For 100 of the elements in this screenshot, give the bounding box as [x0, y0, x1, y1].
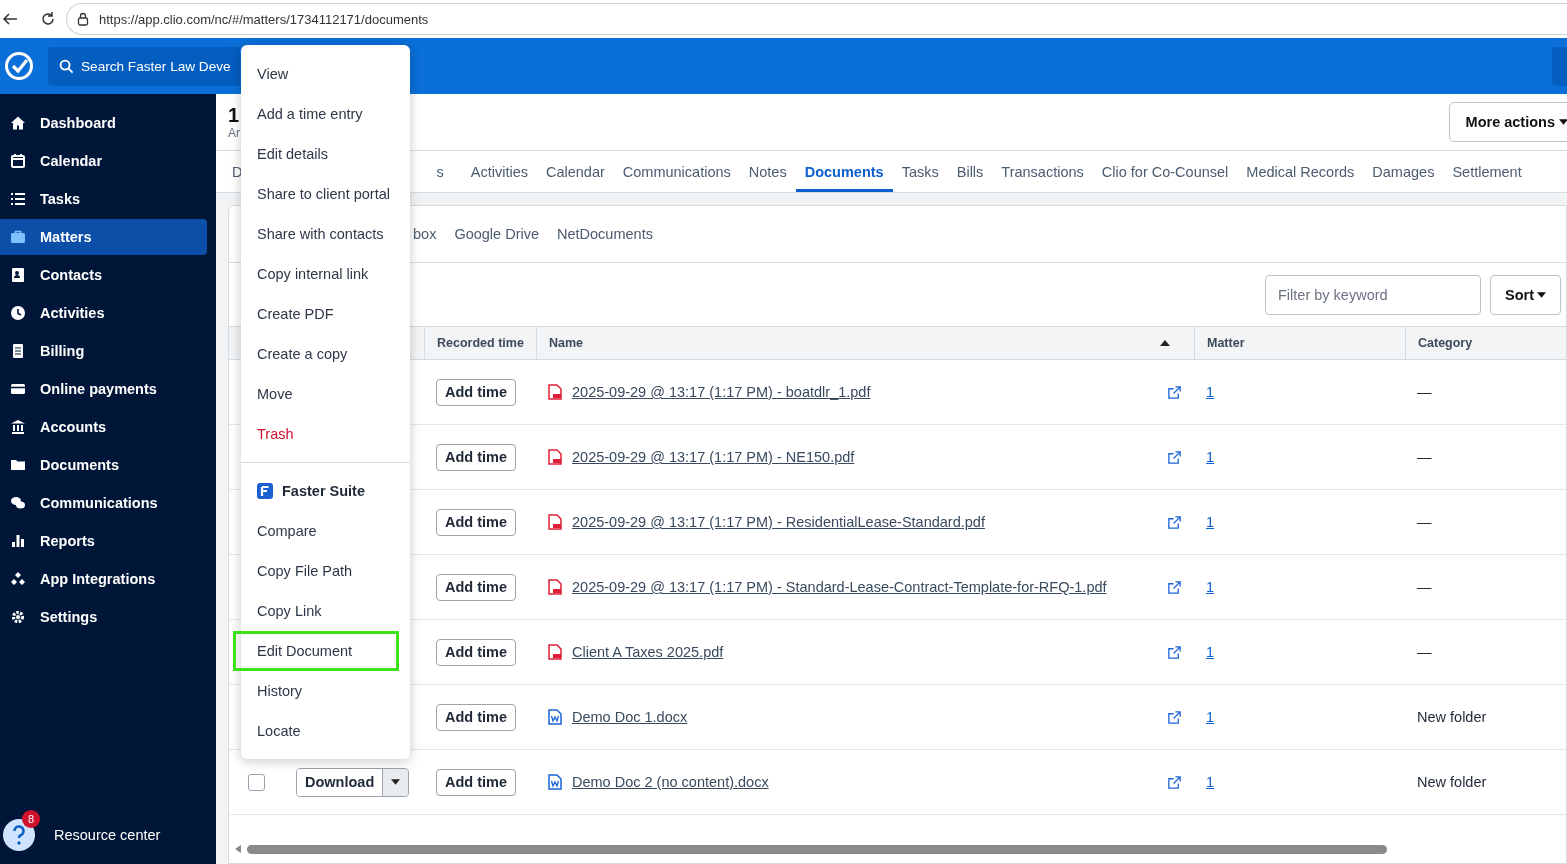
- tab[interactable]: Communications: [613, 154, 740, 192]
- add-time-button[interactable]: Add time: [436, 573, 517, 601]
- sort-button[interactable]: Sort: [1490, 274, 1561, 315]
- menu-item[interactable]: Create a copy: [241, 334, 410, 374]
- file-link[interactable]: 2025-09-29 @ 13:17 (1:17 PM) - NE150.pdf: [572, 449, 855, 465]
- column-header[interactable]: Recorded time: [424, 327, 536, 359]
- file-link[interactable]: 2025-09-29 @ 13:17 (1:17 PM) - boatdlr_1.pdf: [572, 384, 871, 400]
- sidebar-item[interactable]: Accounts: [0, 409, 207, 445]
- menu-item[interactable]: Share to client portal: [241, 174, 410, 214]
- external-link-icon[interactable]: [1167, 579, 1182, 595]
- tab[interactable]: s: [427, 154, 462, 192]
- tab[interactable]: Settlement: [1443, 154, 1531, 192]
- external-link-icon[interactable]: [1167, 514, 1182, 530]
- column-header[interactable]: Name: [536, 327, 1194, 359]
- menu-item[interactable]: Copy Link: [241, 591, 410, 631]
- external-link-icon[interactable]: [1167, 449, 1182, 465]
- sidebar-item[interactable]: Billing: [0, 333, 207, 369]
- file-link[interactable]: Demo Doc 1.docx: [572, 709, 688, 725]
- pdf-file-icon: [548, 384, 562, 400]
- menu-item[interactable]: Edit Document: [233, 631, 399, 671]
- sidebar-item[interactable]: App Integrations: [0, 561, 207, 597]
- source-tab[interactable]: NetDocuments: [557, 226, 653, 242]
- search-field[interactable]: Search Faster Law Deve: [48, 46, 240, 86]
- receipt-icon: [10, 343, 26, 359]
- dropdown-button[interactable]: [382, 768, 409, 796]
- menu-item[interactable]: Compare: [241, 511, 410, 551]
- menu-item[interactable]: Add a time entry: [241, 94, 410, 134]
- menu-item[interactable]: Create PDF: [241, 294, 410, 334]
- caret-icon: [1537, 291, 1546, 298]
- checkmark-logo-icon[interactable]: [4, 51, 34, 81]
- filter-field[interactable]: Filter by keyword: [1265, 274, 1481, 315]
- add-time-button[interactable]: Add time: [436, 703, 517, 731]
- lock-icon: [77, 12, 89, 26]
- matter-link[interactable]: 1: [1206, 774, 1215, 790]
- column-header[interactable]: Category: [1405, 327, 1556, 359]
- matter-link[interactable]: 1: [1206, 644, 1215, 660]
- category-cell: —: [1417, 579, 1432, 595]
- matter-link[interactable]: 1: [1206, 579, 1215, 595]
- scroll-left-icon[interactable]: [235, 845, 241, 853]
- sidebar-item[interactable]: Contacts: [0, 257, 207, 293]
- add-time-button[interactable]: Add time: [436, 768, 517, 796]
- add-time-button[interactable]: Add time: [436, 508, 517, 536]
- more-actions-button[interactable]: More actions: [1448, 102, 1567, 142]
- menu-item[interactable]: Locate: [241, 711, 410, 751]
- menu-section-title: Faster Suite: [282, 483, 365, 499]
- sidebar-item[interactable]: Documents: [0, 447, 207, 483]
- tab[interactable]: Notes: [739, 154, 796, 192]
- sidebar-item[interactable]: Communications: [0, 485, 207, 521]
- sidebar-item[interactable]: Online payments: [0, 371, 207, 407]
- file-link[interactable]: Client A Taxes 2025.pdf: [572, 644, 724, 660]
- resource-center-link[interactable]: Resource center: [54, 827, 161, 843]
- matter-link[interactable]: 1: [1206, 449, 1215, 465]
- external-link-icon[interactable]: [1167, 384, 1182, 400]
- category-cell: —: [1417, 644, 1432, 660]
- row-checkbox[interactable]: [248, 773, 265, 791]
- matter-link[interactable]: 1: [1206, 709, 1215, 725]
- menu-item[interactable]: Share with contacts: [241, 214, 410, 254]
- gear-icon: [10, 609, 26, 625]
- sidebar-item[interactable]: Settings: [0, 599, 207, 635]
- category-cell: —: [1417, 514, 1432, 530]
- tab[interactable]: Bills: [947, 154, 993, 192]
- horizontal-scrollbar[interactable]: [247, 844, 1387, 854]
- tab[interactable]: Activities: [461, 154, 537, 192]
- external-link-icon[interactable]: [1167, 774, 1182, 790]
- add-time-button[interactable]: Add time: [436, 378, 517, 406]
- matter-link[interactable]: 1: [1206, 514, 1215, 530]
- add-time-button[interactable]: Add time: [436, 443, 517, 471]
- menu-item[interactable]: Copy internal link: [241, 254, 410, 294]
- tab[interactable]: Medical Records: [1237, 154, 1364, 192]
- sidebar-item[interactable]: Matters: [0, 219, 207, 255]
- sidebar-item[interactable]: Calendar: [0, 143, 207, 179]
- calendar-icon: [10, 153, 26, 169]
- menu-item[interactable]: View: [241, 54, 410, 94]
- external-link-icon[interactable]: [1167, 709, 1182, 725]
- file-link[interactable]: 2025-09-29 @ 13:17 (1:17 PM) - ResidentialLease-Standard.pdf: [572, 514, 985, 530]
- tab[interactable]: Clio for Co-Counsel: [1092, 154, 1238, 192]
- pdf-file-icon: [548, 579, 562, 595]
- menu-item[interactable]: History: [241, 671, 410, 711]
- tab[interactable]: Calendar: [536, 154, 614, 192]
- reload-icon[interactable]: [40, 11, 56, 27]
- menu-item[interactable]: Edit details: [241, 134, 410, 174]
- menu-item[interactable]: Trash: [241, 414, 410, 454]
- matter-link[interactable]: 1: [1206, 384, 1215, 400]
- back-icon[interactable]: [2, 11, 18, 27]
- file-link[interactable]: Demo Doc 2 (no content).docx: [572, 774, 769, 790]
- external-link-icon[interactable]: [1167, 644, 1182, 660]
- add-time-button[interactable]: Add time: [436, 638, 517, 666]
- menu-item[interactable]: Copy File Path: [241, 551, 410, 591]
- source-tab[interactable]: box: [413, 226, 437, 242]
- tab[interactable]: Transactions: [992, 154, 1093, 192]
- source-tab[interactable]: Google Drive: [454, 226, 539, 242]
- sidebar-item[interactable]: Reports: [0, 523, 207, 559]
- sidebar-item[interactable]: Activities: [0, 295, 207, 331]
- column-header[interactable]: Matter: [1194, 327, 1405, 359]
- tab[interactable]: Damages: [1363, 154, 1444, 192]
- tab[interactable]: Tasks: [892, 154, 948, 192]
- menu-item[interactable]: Move: [241, 374, 410, 414]
- file-link[interactable]: 2025-09-29 @ 13:17 (1:17 PM) - Standard-Lease-Contract-Template-for-RFQ-1.pdf: [572, 579, 1107, 595]
- sidebar-item[interactable]: Tasks: [0, 181, 207, 217]
- sidebar-item[interactable]: Dashboard: [0, 105, 207, 141]
